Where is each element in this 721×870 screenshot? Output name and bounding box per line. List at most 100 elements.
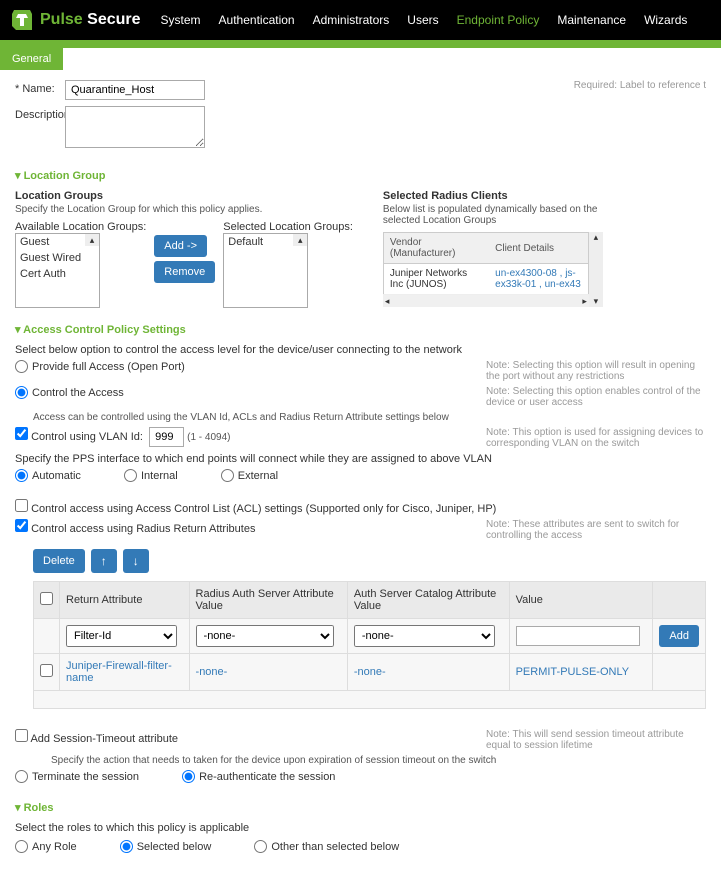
th-client: Client Details (489, 233, 588, 264)
th-value: Value (509, 582, 653, 619)
th-vendor: Vendor (Manufacturer) (383, 233, 489, 264)
note-full-access: Note: Selecting this option will result … (486, 360, 706, 382)
radius-table: Vendor (Manufacturer) Client Details Jun… (383, 232, 589, 295)
main-nav: System Authentication Administrators Use… (161, 13, 688, 27)
scroll-up-icon[interactable]: ▴ (589, 232, 603, 243)
radius-clients-heading: Selected Radius Clients (383, 190, 603, 202)
add-button[interactable]: Add -> (154, 235, 207, 257)
nav-system[interactable]: System (161, 13, 201, 27)
location-groups-heading: Location Groups (15, 190, 353, 202)
logo-secure: Secure (87, 11, 140, 28)
vlan-input[interactable] (149, 427, 184, 447)
label-vlan: Control using VLAN Id: (31, 431, 143, 443)
cell-value: PERMIT-PULSE-ONLY (509, 654, 653, 691)
available-groups-list[interactable]: ▴ Guest Guest Wired Cert Auth (15, 233, 100, 308)
scroll-down-icon[interactable]: ▾ (589, 296, 603, 307)
radio-other-than[interactable] (254, 840, 267, 853)
radio-terminate[interactable] (15, 770, 28, 783)
label-terminate: Terminate the session (32, 771, 139, 783)
cell-vendor: Juniper Networks Inc (JUNOS) (383, 264, 489, 295)
available-groups-label: Available Location Groups: (15, 221, 146, 233)
description-input[interactable] (65, 106, 205, 148)
section-access-control[interactable]: Access Control Policy Settings (15, 323, 706, 336)
label-iface-internal: Internal (141, 470, 178, 482)
label-iface-external: External (238, 470, 278, 482)
nav-maintenance[interactable]: Maintenance (557, 13, 626, 27)
greenbar (0, 40, 721, 48)
radio-selected-below[interactable] (120, 840, 133, 853)
table-row: Filter-Id -none- -none- Add (34, 619, 706, 654)
label-session-timeout: Add Session-Timeout attribute (30, 733, 178, 745)
radio-any-role[interactable] (15, 840, 28, 853)
cell-radius: -none- (189, 654, 347, 691)
acps-intro: Select below option to control the acces… (15, 344, 706, 356)
nav-authentication[interactable]: Authentication (219, 13, 295, 27)
scroll-right-icon[interactable]: ▸ (582, 296, 587, 307)
table-row (34, 691, 706, 709)
scroll-up-icon[interactable]: ▴ (293, 234, 307, 246)
radio-iface-auto[interactable] (15, 469, 28, 482)
remove-button[interactable]: Remove (154, 261, 215, 283)
note-vlan: Note: This option is used for assigning … (486, 427, 706, 449)
note-control-access: Note: Selecting this option enables cont… (486, 386, 706, 408)
label-selected-below: Selected below (137, 841, 212, 853)
table-row: Juniper Networks Inc (JUNOS) un-ex4300-0… (383, 264, 588, 295)
radio-full-access[interactable] (15, 360, 28, 373)
nav-administrators[interactable]: Administrators (313, 13, 390, 27)
cell-attr-link[interactable]: Juniper-Firewall-filter-name (60, 654, 190, 691)
chk-row[interactable] (40, 664, 53, 677)
control-hint: Access can be controlled using the VLAN … (33, 412, 706, 423)
label-reauth: Re-authenticate the session (199, 771, 335, 783)
note-radattr: Note: These attributes are sent to switc… (486, 519, 706, 541)
logo: Pulse Secure (10, 8, 141, 32)
list-item[interactable]: Cert Auth (16, 266, 99, 282)
move-down-button[interactable]: ↓ (123, 549, 149, 573)
move-up-button[interactable]: ↑ (91, 549, 117, 573)
name-input[interactable] (65, 80, 205, 100)
description-label: Description: (15, 106, 65, 121)
h-scrollbar[interactable]: ◂▸ (383, 295, 589, 307)
cell-client-link[interactable]: un-ex4300-08 , js-ex33k-01 , un-ex43 (489, 264, 588, 295)
delete-button[interactable]: Delete (33, 549, 85, 573)
select-radius-val[interactable]: -none- (196, 625, 334, 647)
scroll-up-icon[interactable]: ▴ (85, 234, 99, 246)
logo-icon (10, 8, 34, 32)
nav-endpoint-policy[interactable]: Endpoint Policy (457, 13, 540, 27)
label-acl: Control access using Access Control List… (31, 503, 496, 515)
tab-general[interactable]: General (0, 48, 63, 70)
tabbar: General (0, 48, 721, 70)
section-roles[interactable]: Roles (15, 801, 706, 814)
nav-users[interactable]: Users (407, 13, 438, 27)
roles-heading: Select the roles to which this policy is… (15, 822, 706, 834)
chk-acl[interactable] (15, 499, 28, 512)
chk-radattr[interactable] (15, 519, 28, 532)
th-radius-val: Radius Auth Server Attribute Value (189, 582, 347, 619)
chk-select-all[interactable] (40, 592, 53, 605)
list-item[interactable]: Guest Wired (16, 250, 99, 266)
input-value[interactable] (516, 626, 640, 646)
selected-groups-list[interactable]: ▴ Default (223, 233, 308, 308)
th-catalog-val: Auth Server Catalog Attribute Value (347, 582, 509, 619)
chk-vlan[interactable] (15, 427, 28, 440)
radio-control-access[interactable] (15, 386, 28, 399)
radio-iface-internal[interactable] (124, 469, 137, 482)
radio-iface-external[interactable] (221, 469, 234, 482)
scroll-left-icon[interactable]: ◂ (385, 296, 390, 307)
label-radattr: Control access using Radius Return Attri… (31, 523, 255, 535)
label-iface-auto: Automatic (32, 470, 81, 482)
add-attr-button[interactable]: Add (659, 625, 699, 647)
chk-session-timeout[interactable] (15, 729, 28, 742)
select-return-attr[interactable]: Filter-Id (66, 625, 177, 647)
nav-wizards[interactable]: Wizards (644, 13, 687, 27)
select-catalog-val[interactable]: -none- (354, 625, 495, 647)
section-location-group[interactable]: Location Group (15, 169, 706, 182)
radius-clients-hint: Below list is populated dynamically base… (383, 204, 603, 226)
vlan-range: (1 - 4094) (187, 432, 230, 443)
return-attr-table: Return Attribute Radius Auth Server Attr… (33, 581, 706, 709)
required-note: Required: Label to reference t (574, 80, 706, 91)
label-other-than: Other than selected below (271, 841, 399, 853)
note-session-timeout: Note: This will send session timeout att… (486, 729, 706, 751)
radio-reauth[interactable] (182, 770, 195, 783)
label-any-role: Any Role (32, 841, 77, 853)
logo-pulse: Pulse (40, 11, 83, 28)
